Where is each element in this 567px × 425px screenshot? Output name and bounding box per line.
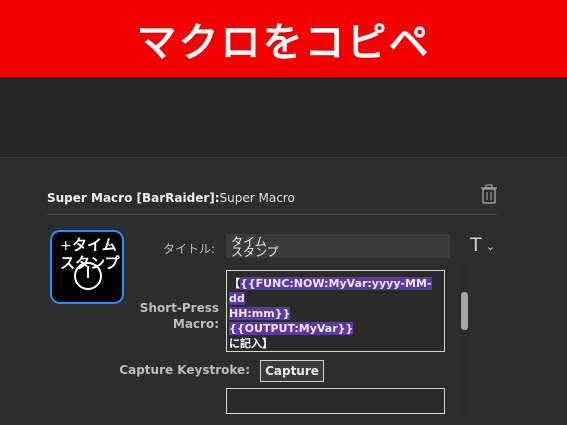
font-icon[interactable]: T xyxy=(470,234,482,256)
short-press-macro-input[interactable]: 【{{FUNC:NOW:MyVar:yyyy-MM-dd HH:mm}} {{O… xyxy=(226,270,445,352)
macro-line-3-code: {{OUTPUT:MyVar}} xyxy=(229,322,354,335)
key-preview[interactable]: + タイム ⌄ スタンプ xyxy=(50,230,124,304)
macro-line-4: に記入】 xyxy=(229,337,273,350)
capture-keystroke-label: Capture Keystroke: xyxy=(119,363,250,377)
clock-hand xyxy=(87,266,89,278)
macro-line-2: HH:mm}} xyxy=(229,306,442,321)
plugin-name: Super Macro [BarRaider]: xyxy=(47,191,220,205)
macro-line-1: 【{{FUNC:NOW:MyVar:yyyy-MM-dd xyxy=(229,276,442,306)
plugin-subtitle: Super Macro xyxy=(219,191,295,205)
banner-title: マクロをコピペ xyxy=(136,19,431,66)
plugin-header: Super Macro [BarRaider]: Super Macro xyxy=(47,183,497,213)
title-value: タイム スタンプ xyxy=(231,235,279,259)
title-label: タイトル: xyxy=(162,242,215,256)
banner: マクロをコピペ xyxy=(0,0,567,77)
top-bar xyxy=(0,77,567,158)
macro-line-1-code: {{FUNC:NOW:MyVar:yyyy-MM-dd xyxy=(229,277,432,305)
scrollbar-track[interactable] xyxy=(460,262,468,417)
macro-line-1-prefix: 【 xyxy=(229,277,240,290)
divider xyxy=(47,214,497,215)
trash-icon[interactable] xyxy=(480,184,498,204)
short-press-macro-label: Short-Press Macro: xyxy=(139,301,219,331)
macro-line-3: {{OUTPUT:MyVar}} xyxy=(229,321,442,336)
chevron-down-icon: ⌄ xyxy=(105,238,114,249)
scrollbar-thumb[interactable] xyxy=(461,292,468,330)
title-input[interactable]: タイム スタンプ xyxy=(226,234,450,258)
capture-output-field[interactable] xyxy=(226,388,445,414)
chevron-down-icon[interactable]: ⌄ xyxy=(486,240,495,253)
macro-line-2-code: HH:mm}} xyxy=(229,307,291,320)
capture-button[interactable]: Capture xyxy=(260,360,324,382)
